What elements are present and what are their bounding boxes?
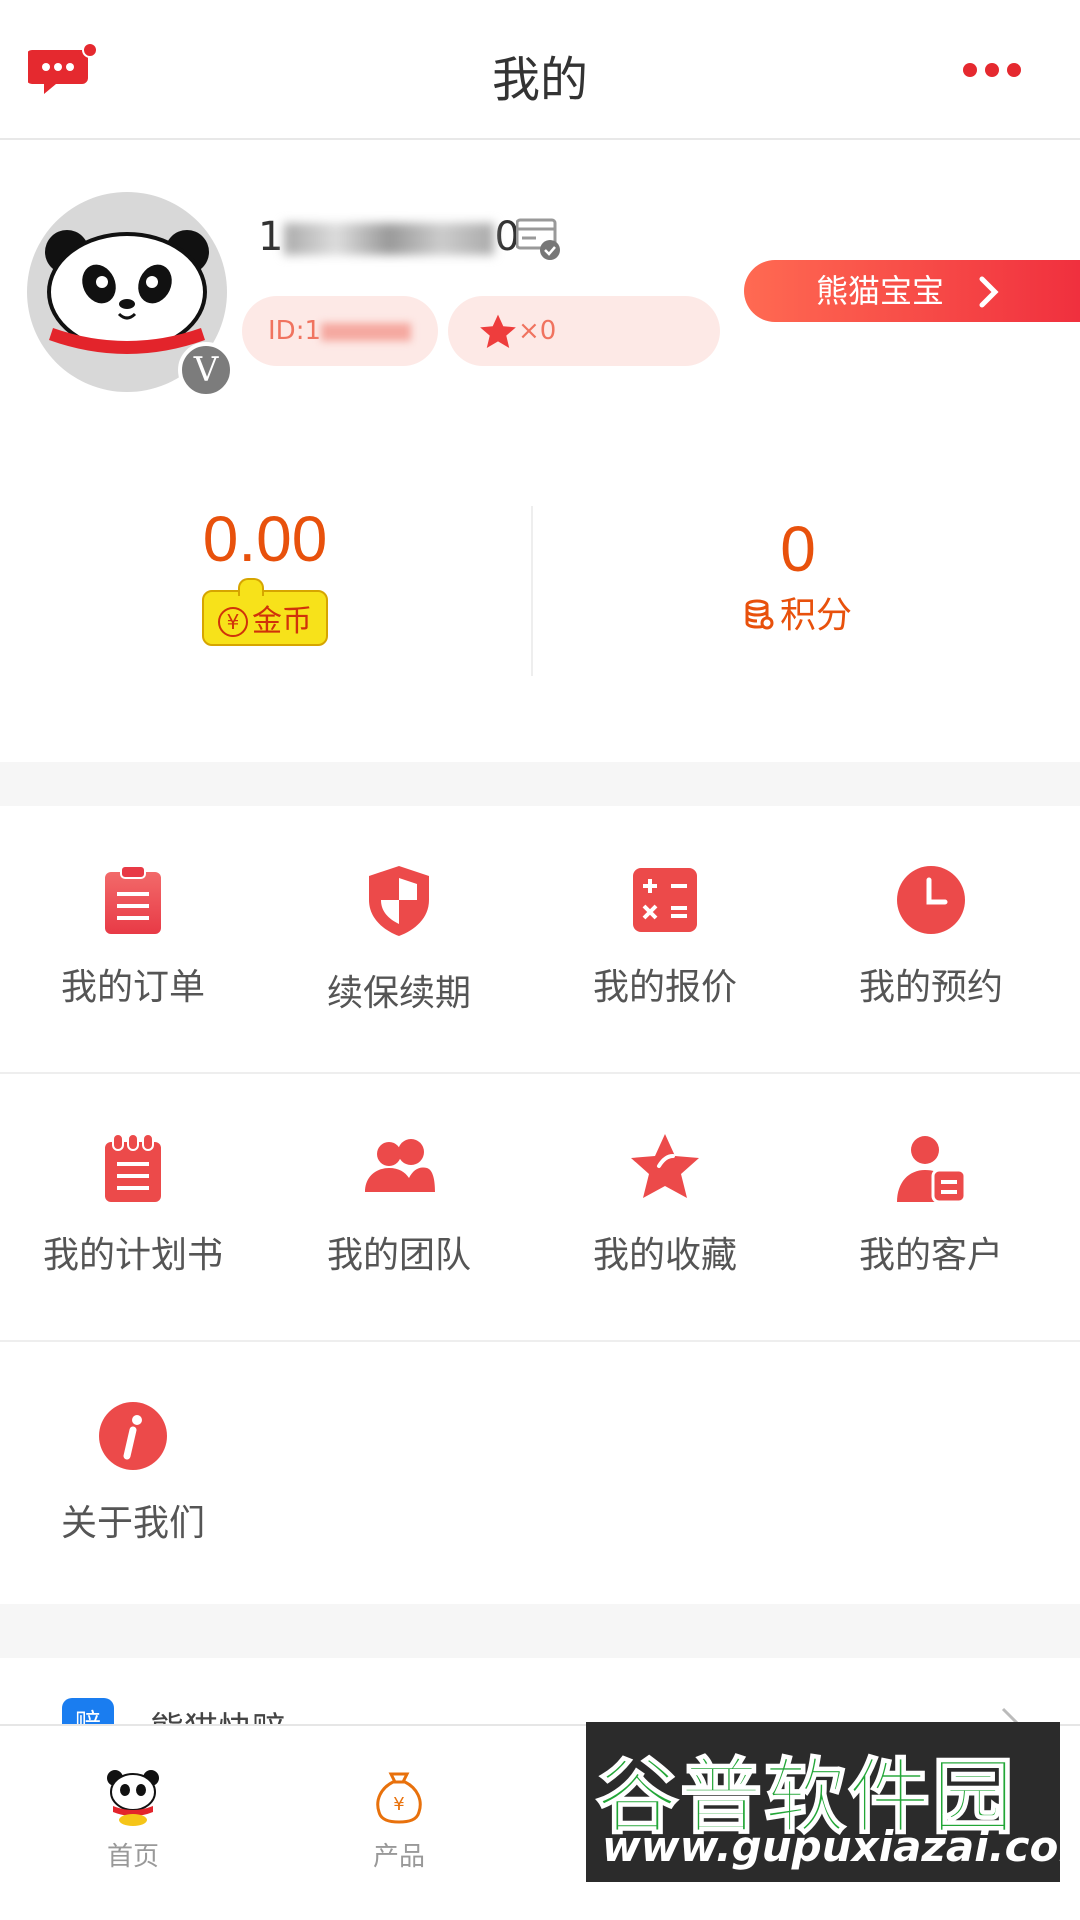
team-icon bbox=[365, 1139, 435, 1192]
yen-icon: ¥ bbox=[218, 607, 248, 637]
coin-stack-icon bbox=[745, 599, 774, 630]
menu-item-label: 我的团队 bbox=[326, 1235, 471, 1276]
header-bar: 我的 bbox=[0, 0, 1080, 140]
menu-item-plans[interactable]: 我的计划书 bbox=[0, 1074, 266, 1342]
panda-home-icon bbox=[107, 1770, 159, 1826]
section-gap bbox=[0, 1604, 1080, 1658]
star-count-pill: ×0 bbox=[448, 296, 720, 366]
verified-card-icon[interactable] bbox=[516, 218, 562, 260]
clock-icon bbox=[897, 866, 965, 934]
menu-item-label: 我的订单 bbox=[60, 967, 205, 1008]
points-label: 积分 bbox=[533, 586, 1063, 638]
blurred-text bbox=[284, 223, 495, 255]
more-dots-icon[interactable] bbox=[962, 62, 1022, 78]
menu-item-favorites[interactable]: 我的收藏 bbox=[532, 1074, 798, 1342]
blurred-text bbox=[321, 322, 411, 341]
tab-products[interactable]: ¥ 产品 bbox=[266, 1726, 532, 1920]
phone-number: 10 bbox=[258, 214, 521, 260]
shield-icon bbox=[369, 866, 429, 936]
tab-home[interactable]: 首页 bbox=[0, 1726, 266, 1920]
menu-row-3: 关于我们 bbox=[0, 1342, 1080, 1610]
menu-item-label: 续保续期 bbox=[326, 973, 471, 1014]
page-title: 我的 bbox=[491, 52, 588, 108]
star-icon bbox=[631, 1134, 699, 1198]
menu-item-label: 我的计划书 bbox=[42, 1235, 223, 1276]
menu-item-label: 我的收藏 bbox=[592, 1235, 737, 1276]
star-icon bbox=[480, 314, 516, 348]
chevron-right-icon bbox=[979, 276, 999, 308]
notebook-icon bbox=[105, 1133, 161, 1202]
menu-item-label: 我的报价 bbox=[592, 967, 737, 1008]
menu-item-appointments[interactable]: 我的预约 bbox=[798, 806, 1064, 1074]
svg-text:¥: ¥ bbox=[393, 1794, 404, 1815]
menu-row-1: 我的订单 续保续期 我的报价 我的预约 bbox=[0, 806, 1080, 1074]
customer-icon bbox=[897, 1136, 967, 1204]
coins-value: 0.00 bbox=[202, 503, 328, 575]
user-id-pill: ID:1 bbox=[242, 296, 438, 366]
section-gap bbox=[0, 762, 1080, 806]
watermark-url: www.gupuxiazai.com bbox=[602, 1822, 1080, 1871]
tab-label: 首页 bbox=[106, 1842, 159, 1872]
clipboard-icon bbox=[105, 865, 161, 934]
tab-label: 产品 bbox=[372, 1842, 425, 1872]
vip-level-label: 熊猫宝宝 bbox=[816, 272, 945, 310]
menu-item-label: 关于我们 bbox=[60, 1503, 205, 1544]
coins-badge: ¥ 金币 bbox=[202, 578, 328, 646]
menu-item-renewal[interactable]: 续保续期 bbox=[266, 806, 532, 1074]
menu-item-about[interactable]: 关于我们 bbox=[0, 1342, 266, 1610]
menu-item-quotes[interactable]: 我的报价 bbox=[532, 806, 798, 1074]
menu-item-orders[interactable]: 我的订单 bbox=[0, 806, 266, 1074]
points-stat[interactable]: 0 积分 bbox=[533, 512, 1063, 638]
calculator-icon bbox=[633, 868, 697, 932]
menu-row-2: 我的计划书 我的团队 我的收藏 我的客户 bbox=[0, 1074, 1080, 1342]
menu-item-team[interactable]: 我的团队 bbox=[266, 1074, 532, 1342]
info-icon bbox=[99, 1402, 167, 1470]
menu-item-label: 我的客户 bbox=[858, 1235, 1003, 1276]
watermark-overlay: 谷普软件园 www.gupuxiazai.com bbox=[586, 1722, 1080, 1882]
money-bag-icon: ¥ bbox=[376, 1772, 422, 1824]
vip-level-badge: V bbox=[178, 342, 234, 398]
menu-item-customers[interactable]: 我的客户 bbox=[798, 1074, 1064, 1342]
profile-section: V 10 ID:1 ×0 熊猫宝宝 0.00 ¥ 金币 0 积分 bbox=[0, 142, 1080, 762]
vip-level-button[interactable]: 熊猫宝宝 bbox=[744, 260, 1080, 322]
coins-stat[interactable]: 0.00 ¥ 金币 bbox=[0, 502, 530, 646]
points-value: 0 bbox=[780, 513, 816, 585]
menu-item-label: 我的预约 bbox=[858, 967, 1003, 1008]
